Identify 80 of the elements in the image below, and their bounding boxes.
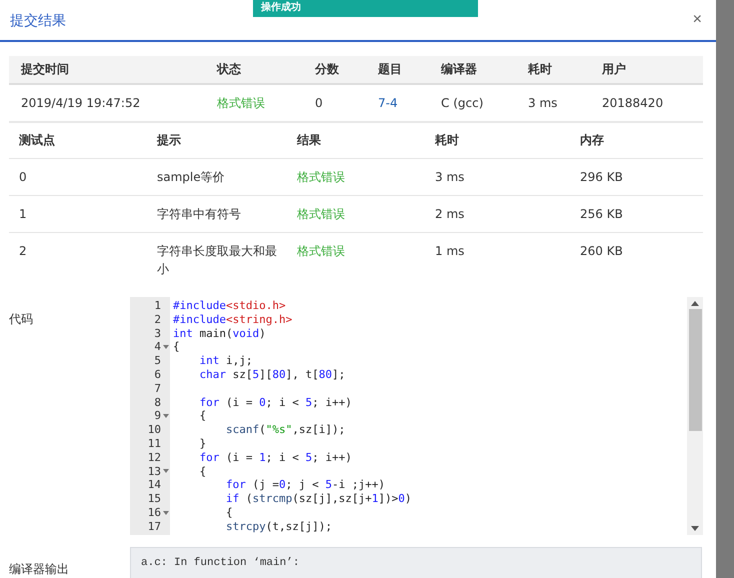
- close-button[interactable]: ×: [692, 11, 702, 29]
- table-cell: 296 KB: [570, 158, 703, 196]
- code-line: for (i = 1; i < 5; i++): [198, 450, 352, 464]
- column-header: 编译器: [429, 56, 516, 84]
- code-line: }: [198, 436, 206, 450]
- line-number: 9: [154, 409, 161, 424]
- code-line: {: [224, 506, 233, 519]
- line-number: 10: [148, 423, 161, 437]
- line-number: 15: [148, 492, 161, 506]
- line-number: 7: [154, 382, 161, 396]
- table-cell: 2019/4/19 19:47:52: [9, 84, 205, 122]
- code-line: for (j =0; j < 5-i ;j++): [224, 478, 385, 492]
- line-number: 16: [148, 506, 161, 520]
- result-text: 格式错误: [287, 232, 425, 287]
- column-header: 分数: [303, 56, 366, 84]
- table-cell: 3 ms: [425, 158, 570, 196]
- column-header: 用户: [590, 56, 703, 84]
- result-text: 格式错误: [287, 196, 425, 232]
- code-line: int i,j;: [198, 354, 252, 368]
- column-header: 结果: [287, 123, 425, 158]
- column-header: 状态: [205, 56, 303, 84]
- column-header: 提交时间: [9, 56, 205, 84]
- line-number: 14: [148, 478, 161, 492]
- output-line: a.c: In function ‘main’:: [141, 557, 300, 569]
- code-line: #include<stdio.h>: [173, 299, 286, 312]
- line-number: 17: [148, 520, 161, 534]
- field-label: 编译器输出: [9, 561, 70, 578]
- line-number: 13: [148, 464, 161, 478]
- scrollbar[interactable]: [687, 297, 703, 535]
- column-header: 提示: [147, 123, 287, 158]
- table-cell: 260 KB: [570, 232, 703, 287]
- line-number: 6: [154, 368, 161, 382]
- column-header: 测试点: [9, 123, 147, 158]
- line-number: 1: [154, 299, 161, 313]
- fold-icon[interactable]: [162, 469, 168, 474]
- code-line: strcpy(t,sz[j]);: [224, 520, 332, 533]
- table-cell: 1: [9, 196, 147, 232]
- fold-icon[interactable]: [162, 345, 168, 350]
- column-header: 内存: [570, 123, 703, 158]
- table-cell-text: 字符串中有符号: [157, 206, 241, 223]
- scroll-up-icon[interactable]: [691, 301, 699, 306]
- table-cell: 0: [303, 84, 366, 122]
- code-line: {: [198, 464, 206, 478]
- line-number: 12: [148, 450, 161, 465]
- table-cell: 1 ms: [425, 232, 570, 287]
- table-cell: 3 ms: [516, 84, 590, 122]
- status-text: 格式错误: [205, 84, 303, 122]
- dialog-title: 提交结果: [10, 12, 66, 30]
- table-cell-text: 字符串长度取最大和最小: [157, 243, 277, 278]
- table-cell: 20188420: [590, 84, 703, 122]
- line-number: 5: [154, 354, 161, 368]
- table-cell: 2 ms: [425, 196, 570, 232]
- table-cell: 256 KB: [570, 196, 703, 232]
- fold-icon[interactable]: [162, 510, 168, 515]
- code-line: #include<string.h>: [173, 312, 292, 326]
- toast: 操作成功: [253, 0, 478, 17]
- code-line: int main(void): [173, 326, 266, 340]
- code-line: {: [198, 409, 206, 422]
- code-line: if (strcmp(sz[j],sz[j+1])>0): [224, 492, 412, 506]
- code-line: for (i = 0; i < 5; i++): [198, 396, 352, 409]
- line-number: 11: [148, 436, 161, 451]
- scroll-down-icon[interactable]: [691, 526, 699, 531]
- column-header: 耗时: [516, 56, 590, 84]
- table-cell-text: sample等价: [157, 169, 225, 186]
- code-line: {: [173, 340, 180, 354]
- table-cell: 0: [9, 158, 147, 196]
- column-header: 题目: [366, 56, 429, 84]
- line-number: 4: [154, 340, 161, 354]
- problem-link[interactable]: 7-4: [378, 96, 398, 110]
- column-header: 耗时: [425, 123, 570, 158]
- table-cell: C (gcc): [429, 84, 516, 122]
- code-line: scanf("%s",sz[i]);: [224, 423, 346, 436]
- line-number: 8: [154, 396, 161, 410]
- code-line: char sz[5][80], t[80];: [198, 368, 346, 381]
- line-number: 2: [154, 312, 161, 327]
- line-number: 3: [154, 326, 161, 340]
- result-text: 格式错误: [287, 158, 425, 196]
- table-cell: 2: [9, 232, 147, 287]
- field-label: 代码: [9, 311, 34, 328]
- fold-icon[interactable]: [162, 414, 168, 418]
